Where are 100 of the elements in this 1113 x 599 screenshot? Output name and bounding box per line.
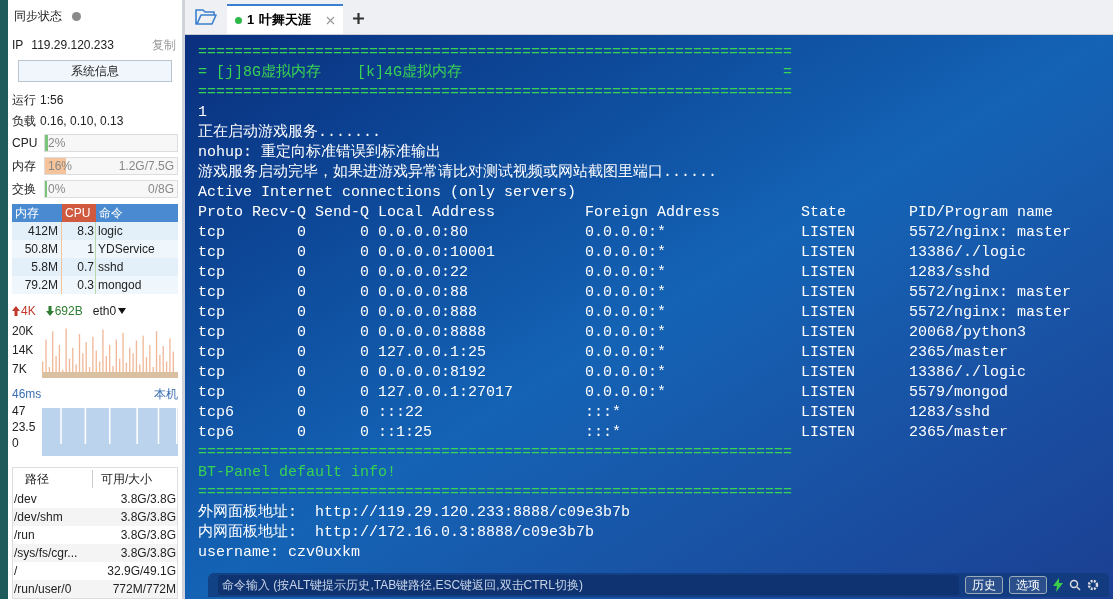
table-cell-text: 0.0.0.0:* [585, 383, 668, 403]
table-cell: 5572/nginx: master [909, 223, 1072, 243]
output-line: 正在启动游戏服务....... [198, 123, 381, 143]
column-header[interactable]: 内存 [12, 204, 62, 222]
table-cell-text: 127.0.0.1:25 [378, 343, 488, 363]
table-cell-text: 0.0.0.0:* [585, 263, 668, 283]
output-line: 1 [198, 103, 207, 123]
search-icon[interactable] [1069, 579, 1081, 591]
table-cell-text: 0 [296, 323, 306, 343]
table-cell-text: 0 [359, 403, 369, 423]
command-bar-button[interactable]: 选项 [1009, 576, 1047, 594]
sync-status-label: 同步状态 [14, 8, 62, 25]
axis-label: 0 [12, 436, 20, 450]
table-cell-text: 0 [296, 383, 306, 403]
table-cell-text: 0.0.0.0:* [585, 223, 668, 243]
upload-speed: 4K [21, 303, 36, 320]
table-cell-text: 0 [296, 303, 306, 323]
table-cell-text: 772M/772M [112, 581, 176, 598]
table-cell-text: 0.0.0.0:88 [378, 283, 469, 303]
axis-label: 20K [12, 324, 35, 338]
table-cell-text: 0.0.0.0:8192 [378, 363, 488, 383]
table-cell-text: / [14, 563, 18, 580]
up-arrow-icon [12, 306, 20, 316]
column-header: PID/Program name [909, 203, 1054, 223]
table-cell-text: 0 [296, 283, 306, 303]
meter-percent: 0% [48, 181, 66, 198]
table-cell-text: 0 [359, 303, 369, 323]
table-cell-text: 0 [359, 223, 369, 243]
output-line: nohup: 重定向标准错误到标准输出 [198, 143, 441, 163]
table-cell-text: :::* [585, 403, 623, 423]
table-cell-text: /dev [14, 491, 37, 508]
plus-icon[interactable] [353, 13, 365, 24]
folder-icon[interactable] [195, 8, 217, 26]
table-cell-text: 0.0.0.0:* [585, 283, 668, 303]
table-cell-text: /dev/shm [14, 509, 63, 526]
table-cell-text: 0 [359, 263, 369, 283]
table-cell-text: 3.8G/3.8G [120, 545, 176, 562]
table-cell: 79.2M [12, 276, 62, 294]
table-cell-text: /run [14, 527, 35, 544]
column-header: Local Address [378, 203, 497, 223]
column-header: Proto [198, 203, 244, 223]
table-cell: 5579/mongod [909, 383, 1009, 403]
table-cell-text: 3.8G/3.8G [120, 509, 176, 526]
ip-address: 119.29.120.233 [31, 37, 114, 54]
table-cell-text: 0 [359, 423, 369, 443]
table-cell-text: :::22 [378, 403, 424, 423]
divider-line: ================================================================== [198, 443, 793, 463]
table-cell-text: LISTEN [801, 263, 857, 283]
tab-number: 1 [247, 11, 255, 30]
meter-label: 交换 [12, 181, 37, 198]
table-cell-text: 0.0.0.0:* [585, 323, 668, 343]
column-header[interactable]: CPU [62, 204, 96, 222]
output-line: 内网面板地址: http://172.16.0.3:8888/c09e3b7b [198, 523, 595, 543]
table-cell: 1283/sshd [909, 403, 991, 423]
table-cell-text: 0 [296, 223, 306, 243]
table-cell-text: LISTEN [801, 363, 857, 383]
table-cell-text: 0.0.0.0:22 [378, 263, 469, 283]
divider-line: ================================================================== [198, 43, 793, 63]
table-cell-text: tcp6 [198, 403, 235, 423]
table-cell-text: tcp [198, 383, 226, 403]
uptime-value: 1:56 [40, 92, 64, 109]
column-header[interactable]: 命令 [96, 204, 178, 222]
table-cell-text: LISTEN [801, 323, 857, 343]
table-cell-text: tcp [198, 363, 226, 383]
table-cell-text: tcp [198, 283, 226, 303]
table-cell: 1283/sshd [909, 263, 991, 283]
table-cell-text: LISTEN [801, 343, 857, 363]
column-header[interactable]: 路径 [13, 470, 93, 488]
axis-label: 23.5 [12, 420, 37, 434]
output-line: 游戏服务启动完毕，如果进游戏异常请比对测试视频或网站截图里端口...... [198, 163, 717, 183]
table-cell-text: 0 [296, 343, 306, 363]
table-cell: 2365/master [909, 343, 1009, 363]
interface-dropdown[interactable]: eth0 [92, 302, 127, 320]
command-bar-button[interactable]: 历史 [965, 576, 1003, 594]
ping-host: 本机 [154, 386, 178, 401]
load-label: 负载 [12, 113, 36, 130]
menu-options: = [j]8G虚拟内存 [k]4G虚拟内存 [198, 63, 463, 83]
tab-title: 叶舞天涯 [259, 11, 312, 30]
table-cell-text: LISTEN [801, 423, 857, 443]
table-cell-text: tcp6 [198, 423, 235, 443]
ip-label: IP [12, 37, 24, 54]
system-info-button[interactable]: 系统信息 [18, 60, 172, 82]
table-cell-text: :::* [585, 423, 623, 443]
terminal-tab[interactable]: 1 叶舞天涯 [227, 4, 344, 34]
command-input[interactable]: 命令输入 (按ALT键提示历史,TAB键路径,ESC键返回,双击CTRL切换) [218, 575, 959, 595]
ping-latency: 46ms [12, 386, 42, 401]
column-header[interactable]: 可用/大小 [93, 470, 153, 488]
table-cell-text: 0.0.0.0:80 [378, 223, 469, 243]
column-header: Foreign Address [585, 203, 722, 223]
close-icon[interactable] [326, 15, 336, 25]
axis-label: 47 [12, 404, 27, 418]
table-cell-text: 0 [296, 363, 306, 383]
table-cell-text: 0.0.0.0:* [585, 303, 668, 323]
table-cell-text: 3.8G/3.8G [120, 527, 176, 544]
meter-percent: 2% [48, 135, 66, 152]
table-cell-text: tcp [198, 243, 226, 263]
settings-icon[interactable] [1087, 579, 1099, 591]
table-cell-text: 127.0.0.1:27017 [378, 383, 515, 403]
table-cell-text: 0.0.0.0:888 [378, 303, 479, 323]
table-cell-text: sshd [97, 259, 125, 276]
